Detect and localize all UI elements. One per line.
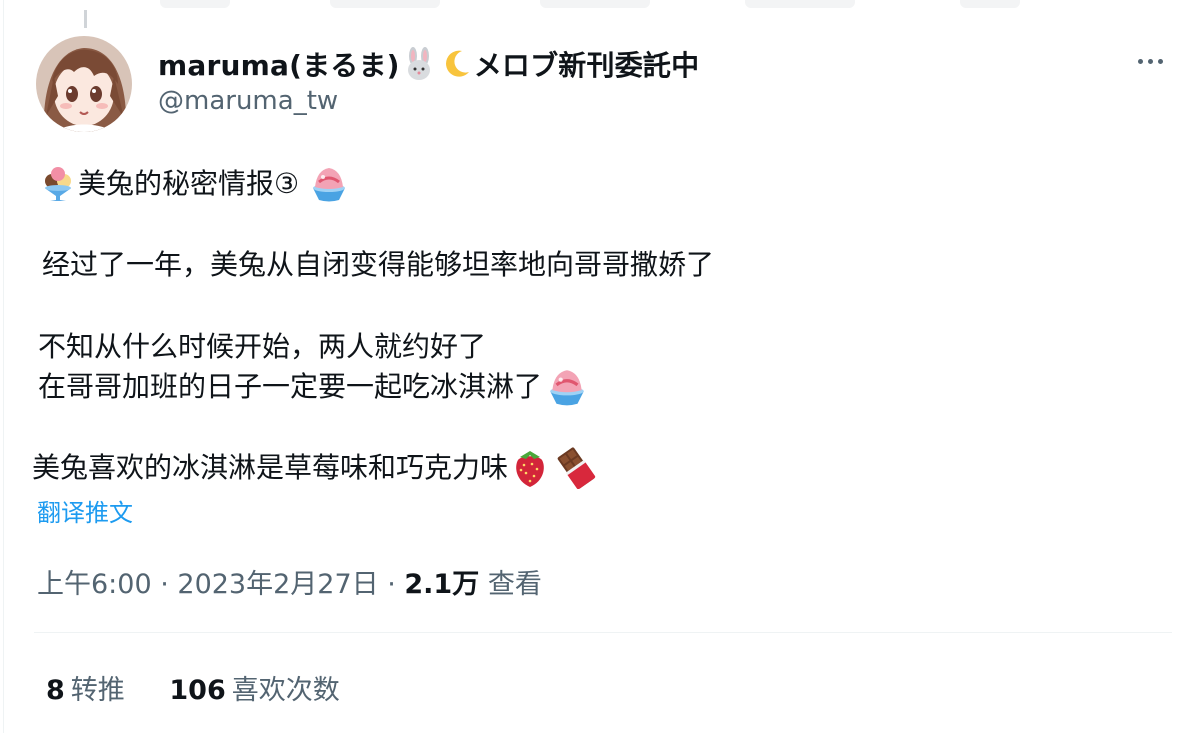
author-handle[interactable]: @maruma_tw xyxy=(158,86,338,116)
faded-action xyxy=(540,0,650,8)
engagement-stats: 8 转推 106 喜欢次数 xyxy=(46,668,376,707)
views-count: 2.1万 xyxy=(404,569,480,600)
chocolate-bar-emoji-icon xyxy=(557,447,596,489)
thread-connector xyxy=(84,10,87,28)
views-label: 查看 xyxy=(487,569,542,600)
display-name-text: maruma(まるま) xyxy=(158,49,400,82)
likes-stat[interactable]: 106 喜欢次数 xyxy=(169,668,339,707)
shaved-ice-emoji-icon xyxy=(550,370,584,406)
retweets-stat[interactable]: 8 转推 xyxy=(46,668,125,707)
column-border xyxy=(3,0,4,733)
faded-action xyxy=(960,0,1020,8)
tweet-date[interactable]: 2023年2月27日 xyxy=(177,569,378,600)
tweet-time[interactable]: 上午6:00 xyxy=(37,569,152,600)
more-options-button[interactable] xyxy=(1128,46,1172,76)
strawberry-emoji-icon xyxy=(516,451,544,487)
translate-tweet-link[interactable]: 翻译推文 xyxy=(37,493,133,528)
rabbit-emoji-icon xyxy=(407,47,430,80)
faded-action xyxy=(160,0,230,8)
avatar-illustration xyxy=(36,36,132,132)
tweet-line: 经过了一年，美兔从自闭变得能够坦率地向哥哥撒娇了 xyxy=(42,248,715,281)
tweet-line: 在哥哥加班的日子一定要一起吃冰淇淋了 xyxy=(38,366,588,408)
avatar[interactable] xyxy=(36,36,132,132)
more-horizontal-icon xyxy=(1137,58,1143,64)
faded-action xyxy=(330,0,440,8)
shaved-ice-emoji-icon xyxy=(313,168,346,202)
tweet-metadata: 上午6:00 · 2023年2月27日 · 2.1万 查看 xyxy=(37,569,542,600)
tweet-line: 不知从什么时候开始，两人就约好了 xyxy=(38,330,487,363)
divider xyxy=(34,632,1172,633)
display-name-suffix: メロブ新刊委託中 xyxy=(473,49,700,82)
previous-tweet-edge xyxy=(0,0,1180,28)
ice-cream-emoji-icon xyxy=(45,167,71,201)
tweet-line: 美兔喜欢的冰淇淋是草莓味和巧克力味 xyxy=(32,447,598,489)
faded-action xyxy=(745,0,855,8)
author-display-name[interactable]: maruma(まるま) メロブ新刊委託中 xyxy=(158,44,699,84)
tweet-line: 美兔的秘密情报③ xyxy=(40,164,349,204)
crescent-moon-emoji-icon xyxy=(445,50,469,77)
